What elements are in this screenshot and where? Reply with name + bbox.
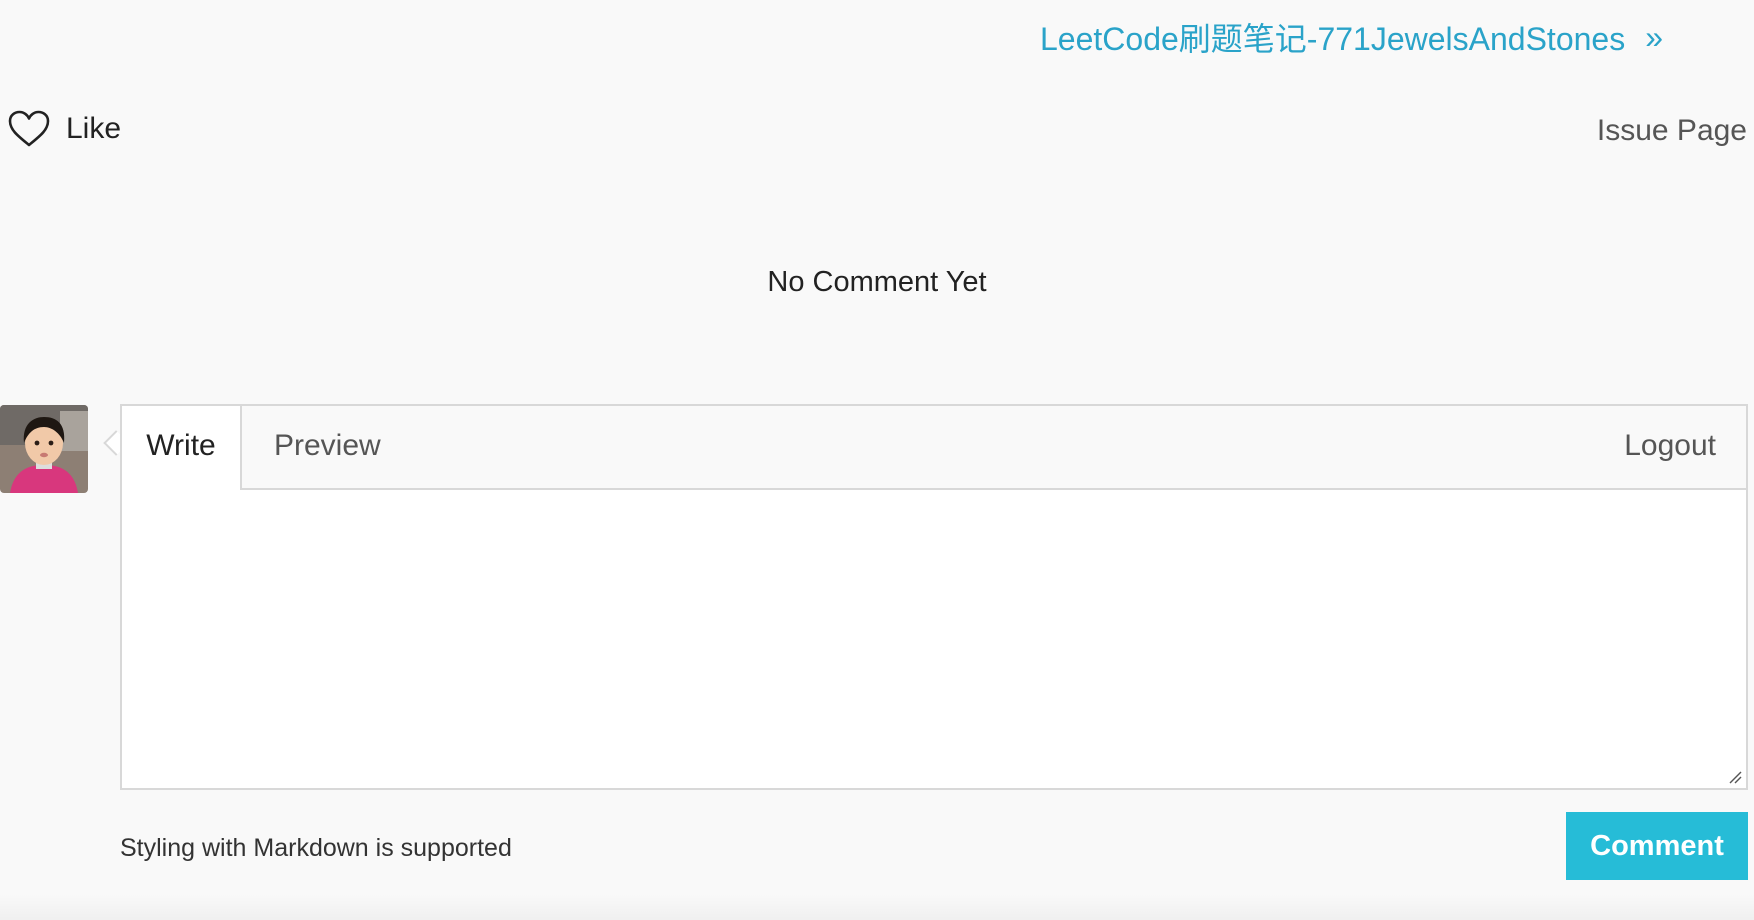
comment-button[interactable]: Comment xyxy=(1566,812,1748,880)
next-post-title: LeetCode刷题笔记-771JewelsAndStones xyxy=(1040,21,1626,57)
logout-link[interactable]: Logout xyxy=(1624,406,1716,490)
editor-tabs: Write Preview Logout xyxy=(122,406,1746,490)
no-comment-message: No Comment Yet xyxy=(767,266,987,298)
comment-editor: Write Preview Logout xyxy=(120,404,1748,790)
tab-write[interactable]: Write xyxy=(122,406,242,490)
like-label: Like xyxy=(66,112,122,145)
markdown-tip: Styling with Markdown is supported xyxy=(120,834,512,862)
tab-preview[interactable]: Preview xyxy=(274,406,381,490)
heart-outline-icon xyxy=(8,110,50,147)
avatar[interactable] xyxy=(0,405,88,493)
double-chevron-right-icon: » xyxy=(1645,18,1664,55)
bottom-shade xyxy=(0,894,1754,920)
resize-grip-icon[interactable] xyxy=(1728,770,1742,784)
avatar-photo xyxy=(0,405,88,493)
like-button[interactable]: Like xyxy=(8,110,121,148)
issue-page-link[interactable]: Issue Page xyxy=(1597,114,1747,148)
comment-textarea[interactable] xyxy=(122,490,1746,788)
next-post-link[interactable]: LeetCode刷题笔记-771JewelsAndStones » xyxy=(1040,14,1663,60)
